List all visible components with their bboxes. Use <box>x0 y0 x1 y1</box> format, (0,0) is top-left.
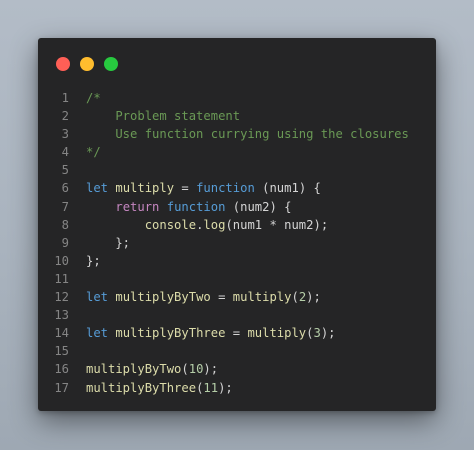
code-token: multiplyByThree <box>86 380 197 395</box>
line-number: 4 <box>61 145 69 160</box>
line-number: 11 <box>54 271 69 286</box>
code-token: = <box>225 326 248 341</box>
code-line: 2 Problem statement <box>38 107 436 125</box>
code-line: 4 */ <box>38 143 436 161</box>
code-text: */ <box>86 143 101 161</box>
code-token: function <box>166 199 226 214</box>
code-token: ( <box>254 181 270 196</box>
code-token: }; <box>86 235 131 250</box>
code-text: Problem statement <box>86 107 240 125</box>
code-line: 15 <box>38 342 436 360</box>
window-controls <box>56 57 118 71</box>
code-token: multiplyByThree <box>115 326 226 341</box>
code-token: num2 <box>240 199 270 214</box>
line-number: 15 <box>54 344 69 359</box>
code-text: }; <box>86 234 130 252</box>
line-number: 16 <box>54 362 69 377</box>
code-token: let <box>86 290 109 305</box>
code-token: 11 <box>203 380 219 395</box>
code-token: multiply <box>247 326 307 341</box>
code-token: console <box>144 217 197 232</box>
code-token: ( <box>291 290 299 305</box>
code-line: 14 let multiplyByThree = multiply(3); <box>38 324 436 342</box>
code-line: 8 console.log(num1 * num2); <box>38 216 436 234</box>
code-token: multiply <box>232 290 292 305</box>
line-number: 13 <box>54 308 69 323</box>
code-token: ( <box>181 362 189 377</box>
code-block: 1/* 2 Problem statement 3 Use function cur… <box>38 89 436 397</box>
code-token: ); <box>203 362 219 377</box>
code-line: 5 <box>38 161 436 179</box>
line-number: 1 <box>61 91 69 105</box>
code-token: = <box>174 181 197 196</box>
code-line: 11 <box>38 270 436 288</box>
code-token: (num1 * num2); <box>225 217 329 232</box>
code-line: 10}; <box>38 252 436 270</box>
code-token: */ <box>86 145 101 160</box>
code-line: 7 return function (num2) { <box>38 198 436 216</box>
code-token: }; <box>86 253 101 268</box>
line-number: 3 <box>61 127 69 142</box>
code-token: ) { <box>269 199 292 214</box>
line-number: 12 <box>54 290 69 305</box>
code-text: Use function currying using the closures <box>86 125 409 143</box>
code-line: 12 let multiplyByTwo = multiply(2); <box>38 288 436 306</box>
code-text: return function (num2) { <box>86 198 292 216</box>
code-token: let <box>86 181 109 196</box>
line-number: 10 <box>54 253 69 268</box>
line-number: 9 <box>61 235 69 250</box>
line-number: 5 <box>61 163 69 178</box>
code-token: = <box>210 290 233 305</box>
maximize-dot[interactable] <box>104 57 118 71</box>
code-text: let multiplyByTwo = multiply(2); <box>86 288 321 306</box>
code-token: ) { <box>298 181 321 196</box>
code-text: let multiply = function (num1) { <box>86 179 321 197</box>
code-token: 10 <box>188 362 204 377</box>
code-line: 3 Use function currying using the closur… <box>38 125 436 143</box>
code-line: 6 let multiply = function (num1) { <box>38 179 436 197</box>
code-token: Use function currying using the closures <box>86 127 409 142</box>
line-number: 17 <box>54 380 69 395</box>
code-token: 3 <box>313 326 321 341</box>
code-token: let <box>86 326 109 341</box>
line-number: 14 <box>54 326 69 341</box>
code-text: multiplyByThree(11); <box>86 379 233 397</box>
code-text: }; <box>86 252 101 270</box>
code-text: let multiplyByThree = multiply(3); <box>86 324 336 342</box>
code-token: multiply <box>115 181 175 196</box>
code-token: multiplyByTwo <box>115 290 211 305</box>
line-number: 8 <box>61 217 69 232</box>
line-number: 6 <box>61 181 69 196</box>
code-text: multiplyByTwo(10); <box>86 360 218 378</box>
code-token: ); <box>320 326 336 341</box>
code-token: ); <box>306 290 321 305</box>
code-token: ); <box>218 380 233 395</box>
code-token: multiplyByTwo <box>86 362 182 377</box>
code-window: 1/* 2 Problem statement 3 Use function cur… <box>38 38 436 411</box>
line-number: 2 <box>61 109 69 124</box>
close-dot[interactable] <box>56 57 70 71</box>
code-token: num1 <box>269 181 299 196</box>
code-line: 13 <box>38 306 436 324</box>
code-line: 1 /* <box>38 89 436 107</box>
line-number: 7 <box>61 199 69 214</box>
code-token: ( <box>225 199 241 214</box>
code-token: Problem statement <box>86 109 241 124</box>
code-text: console.log(num1 * num2); <box>86 216 328 234</box>
minimize-dot[interactable] <box>80 57 94 71</box>
code-line: 17 multiplyByThree(11); <box>38 379 436 397</box>
code-text: /* <box>86 89 101 107</box>
code-token: function <box>196 181 255 196</box>
code-token: /* <box>86 91 101 105</box>
code-line: 9 }; <box>38 234 436 252</box>
code-line: 16 multiplyByTwo(10); <box>38 360 436 378</box>
code-token: return <box>115 199 160 214</box>
code-token: log <box>203 217 226 232</box>
